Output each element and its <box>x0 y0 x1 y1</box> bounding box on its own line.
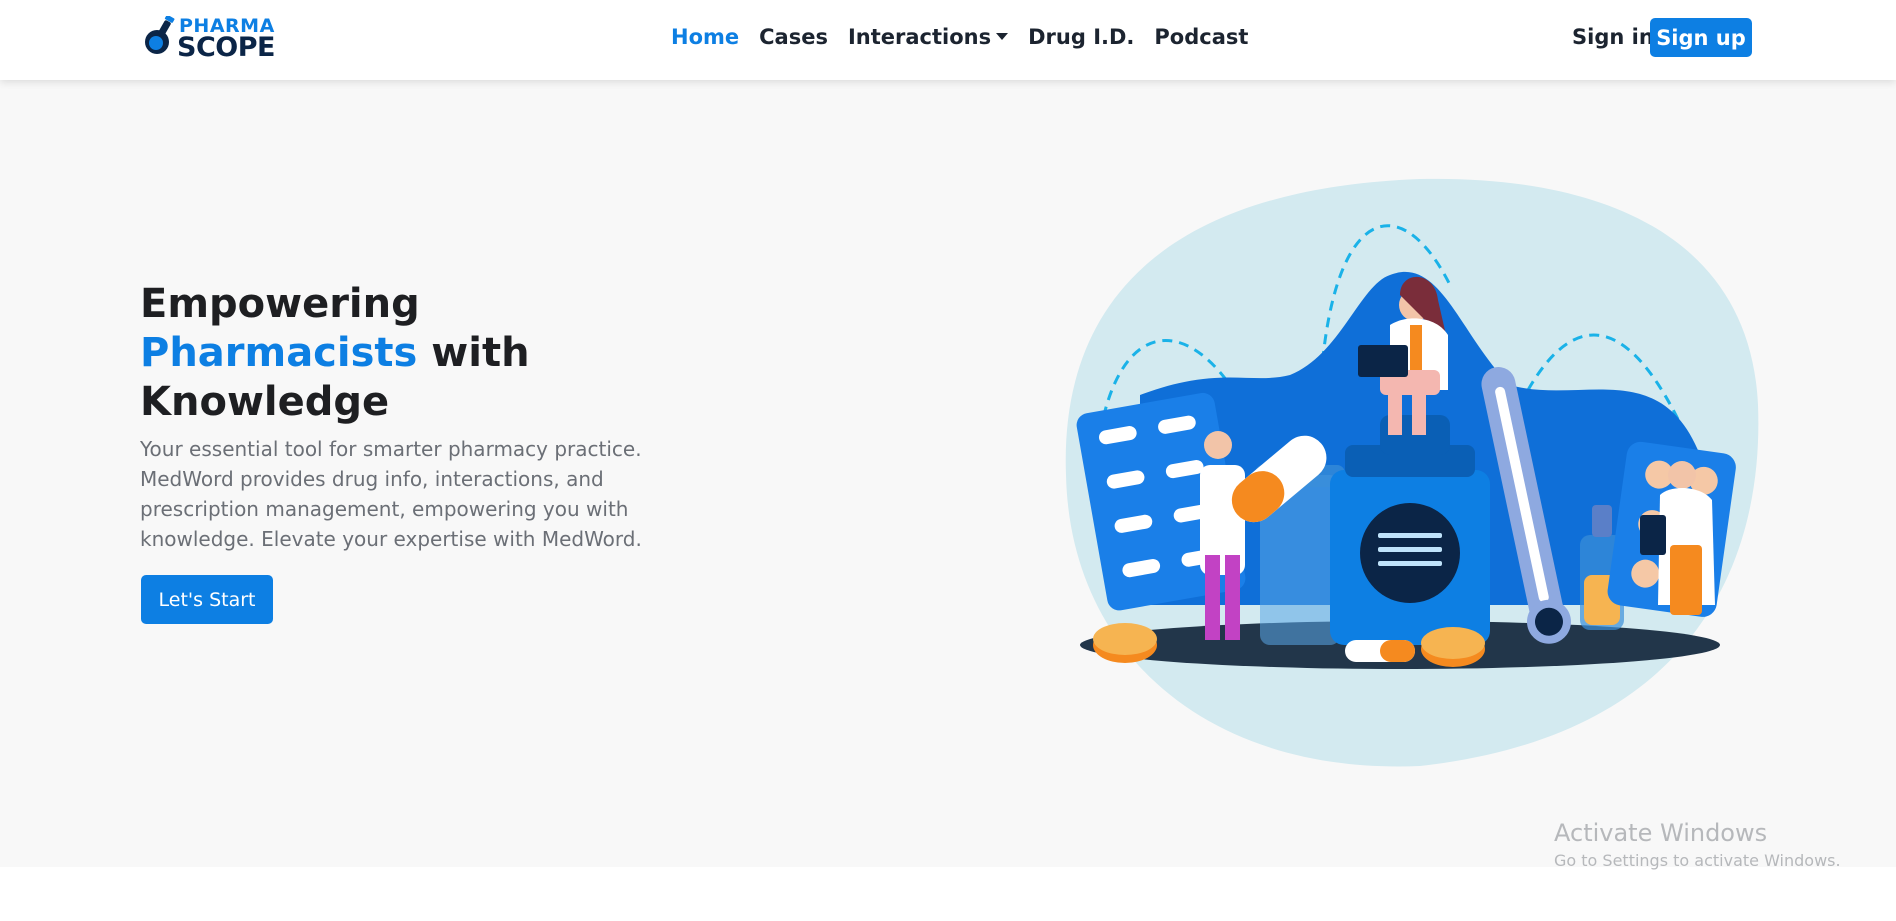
headline-word-with: with <box>431 330 530 376</box>
watermark-subtitle: Go to Settings to activate Windows. <box>1554 851 1841 870</box>
windows-activation-watermark: Activate Windows Go to Settings to activ… <box>1554 818 1841 872</box>
nav-interactions-dropdown[interactable]: Interactions <box>847 23 1009 51</box>
hero-description: Your essential tool for smarter pharmacy… <box>140 437 642 551</box>
sign-up-button[interactable]: Sign up <box>1650 18 1752 57</box>
logo-text-bottom: SCOPE <box>177 32 275 63</box>
headline-word-knowledge: Knowledge <box>140 379 390 425</box>
caret-down-icon <box>996 32 1009 40</box>
pharmacist-illustration <box>1065 178 1759 767</box>
watermark-title: Activate Windows <box>1554 819 1768 847</box>
headline-word-empowering: Empowering <box>140 281 420 327</box>
lets-start-button[interactable]: Let's Start <box>141 575 273 624</box>
headline-highlight: Pharmacists <box>140 330 418 376</box>
nav-home[interactable]: Home <box>671 23 739 51</box>
nav-podcast[interactable]: Podcast <box>1154 23 1248 51</box>
hero-headline: Empowering Pharmacists with Knowledge <box>140 280 530 427</box>
sign-in-link[interactable]: Sign in <box>1572 23 1654 51</box>
nav-cases[interactable]: Cases <box>759 23 828 51</box>
pharmascope-logo[interactable]: PHARMA SCOPE <box>141 12 275 63</box>
nav-drug-id[interactable]: Drug I.D. <box>1028 23 1134 51</box>
top-navbar: PHARMA SCOPE Home Cases Interactions Dru… <box>0 0 1896 80</box>
nav-interactions-label: Interactions <box>847 25 992 49</box>
flask-logo-icon <box>145 16 175 54</box>
main-nav: Home Cases Interactions Drug I.D. Podcas… <box>671 23 1248 51</box>
